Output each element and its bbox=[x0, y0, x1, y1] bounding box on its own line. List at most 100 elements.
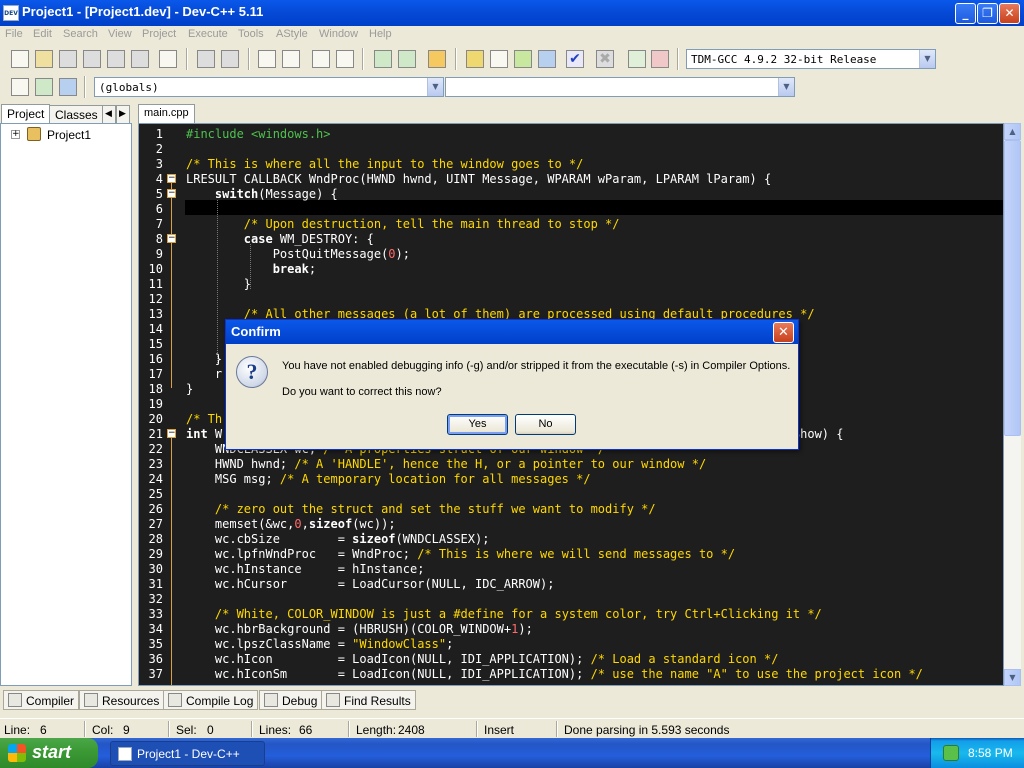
tab-compiler-label: Compiler bbox=[26, 694, 75, 708]
close-file-icon[interactable] bbox=[107, 50, 125, 68]
tab-compiler[interactable]: Compiler bbox=[3, 690, 80, 710]
taskbar-item-label: Project1 - Dev-C++ bbox=[137, 747, 240, 761]
clock[interactable]: 8:58 PM bbox=[968, 746, 1013, 760]
menu-window[interactable]: Window bbox=[319, 28, 358, 40]
open-icon[interactable] bbox=[35, 50, 53, 68]
replace-icon[interactable] bbox=[282, 50, 300, 68]
menu-search[interactable]: Search bbox=[63, 28, 98, 40]
tab-scroll-left-icon[interactable]: ◀ bbox=[102, 105, 116, 124]
scroll-thumb[interactable] bbox=[1004, 140, 1021, 436]
tab-main-cpp[interactable]: main.cpp bbox=[138, 104, 195, 124]
line-number: 26 bbox=[148, 502, 163, 516]
chevron-down-icon[interactable]: ▼ bbox=[919, 50, 935, 68]
window-title: Project1 - [Project1.dev] - Dev-C++ 5.11 bbox=[22, 4, 264, 19]
member-select[interactable]: ▼ bbox=[445, 77, 795, 97]
tree-item-project1[interactable]: Project1 bbox=[47, 128, 91, 142]
menu-file[interactable]: File bbox=[5, 28, 23, 40]
menu-view[interactable]: View bbox=[108, 28, 132, 40]
status-divider bbox=[556, 721, 558, 737]
code-line: wc.lpszClassName = "WindowClass"; bbox=[186, 637, 454, 651]
yes-button[interactable]: Yes bbox=[447, 414, 508, 435]
tab-debug[interactable]: Debug bbox=[259, 690, 323, 710]
scope-select[interactable]: (globals) ▼ bbox=[94, 77, 444, 97]
toolbar-separator bbox=[186, 48, 188, 70]
fold-collapse-icon[interactable]: − bbox=[167, 174, 176, 183]
fold-collapse-icon[interactable]: − bbox=[167, 234, 176, 243]
status-sel-label: Sel: bbox=[176, 723, 197, 737]
taskbar-item-devcpp[interactable]: Project1 - Dev-C++ bbox=[110, 741, 265, 766]
tab-resources[interactable]: Resources bbox=[79, 690, 165, 710]
compile-log-icon bbox=[168, 693, 182, 707]
tab-resources-label: Resources bbox=[102, 694, 160, 708]
goto-bookmark-icon[interactable] bbox=[59, 78, 77, 96]
close-all-icon[interactable] bbox=[131, 50, 149, 68]
code-line: r bbox=[186, 367, 223, 381]
new-file-icon[interactable] bbox=[11, 50, 29, 68]
stop-execution-icon[interactable]: ✖ bbox=[596, 50, 614, 68]
line-number: 15 bbox=[148, 337, 163, 351]
insert-icon[interactable] bbox=[11, 78, 29, 96]
editor-vscroll[interactable]: ▲ ▼ bbox=[1004, 123, 1021, 686]
chevron-down-icon[interactable]: ▼ bbox=[427, 78, 443, 96]
delete-profile-icon[interactable] bbox=[651, 50, 669, 68]
line-number: 35 bbox=[148, 637, 163, 651]
menu-edit[interactable]: Edit bbox=[33, 28, 52, 40]
tab-scroll-right-icon[interactable]: ▶ bbox=[116, 105, 130, 124]
status-bar: Line: 6 Col: 9 Sel: 0 Lines: 66 Length: … bbox=[0, 718, 1024, 738]
code-line: } bbox=[186, 277, 252, 291]
project-options-icon[interactable] bbox=[428, 50, 446, 68]
compiler-select[interactable]: TDM-GCC 4.9.2 32-bit Release ▼ bbox=[686, 49, 936, 69]
status-lines: 66 bbox=[299, 723, 313, 737]
toggle-bookmark-icon[interactable] bbox=[35, 78, 53, 96]
find-icon[interactable] bbox=[258, 50, 276, 68]
code-line: wc.lpfnWndProc = WndProc; /* This is whe… bbox=[186, 547, 736, 561]
menu-tools[interactable]: Tools bbox=[238, 28, 264, 40]
status-divider bbox=[168, 721, 170, 737]
code-line: wc.hIcon = LoadIcon(NULL, IDI_APPLICATIO… bbox=[186, 652, 779, 666]
tab-classes[interactable]: Classes bbox=[49, 105, 104, 124]
syntax-check-icon[interactable]: ✔ bbox=[566, 50, 584, 68]
maximize-button[interactable]: ❐ bbox=[977, 3, 998, 24]
rebuild-all-icon[interactable] bbox=[538, 50, 556, 68]
devcpp-app-icon[interactable]: DEV bbox=[3, 5, 19, 21]
scroll-down-icon[interactable]: ▼ bbox=[1004, 669, 1021, 686]
debug-icon bbox=[264, 693, 278, 707]
menu-project[interactable]: Project bbox=[142, 28, 176, 40]
fold-collapse-icon[interactable]: − bbox=[167, 429, 176, 438]
minimize-button[interactable]: _ bbox=[955, 3, 976, 24]
tab-project[interactable]: Project bbox=[1, 104, 51, 124]
save-icon[interactable] bbox=[59, 50, 77, 68]
line-number: 18 bbox=[148, 382, 163, 396]
run-icon[interactable] bbox=[490, 50, 508, 68]
compile-icon[interactable] bbox=[466, 50, 484, 68]
redo-icon[interactable] bbox=[221, 50, 239, 68]
profile-icon[interactable] bbox=[628, 50, 646, 68]
start-button[interactable]: start bbox=[0, 738, 98, 768]
menu-astyle[interactable]: AStyle bbox=[276, 28, 308, 40]
line-number: 21 bbox=[148, 427, 163, 441]
tab-compile-log[interactable]: Compile Log bbox=[163, 690, 259, 710]
menu-bar: File Edit Search View Project Execute To… bbox=[0, 26, 1024, 44]
menu-help[interactable]: Help bbox=[369, 28, 392, 40]
scroll-up-icon[interactable]: ▲ bbox=[1004, 123, 1021, 140]
close-button[interactable]: ✕ bbox=[999, 3, 1020, 24]
goto-line-icon[interactable] bbox=[336, 50, 354, 68]
undo-icon[interactable] bbox=[197, 50, 215, 68]
print-icon[interactable] bbox=[159, 50, 177, 68]
no-button[interactable]: No bbox=[515, 414, 576, 435]
windows-logo-icon bbox=[8, 744, 26, 762]
save-all-icon[interactable] bbox=[83, 50, 101, 68]
menu-execute[interactable]: Execute bbox=[188, 28, 228, 40]
tab-find-results[interactable]: Find Results bbox=[321, 690, 416, 710]
safely-remove-hardware-icon[interactable] bbox=[943, 745, 959, 761]
add-to-project-icon[interactable] bbox=[374, 50, 392, 68]
remove-from-project-icon[interactable] bbox=[398, 50, 416, 68]
fold-collapse-icon[interactable]: − bbox=[167, 189, 176, 198]
find-next-icon[interactable] bbox=[312, 50, 330, 68]
expand-icon[interactable]: + bbox=[11, 130, 20, 139]
compile-run-icon[interactable] bbox=[514, 50, 532, 68]
status-message: Done parsing in 5.593 seconds bbox=[564, 723, 730, 737]
line-number: 17 bbox=[148, 367, 163, 381]
dialog-close-button[interactable]: ✕ bbox=[773, 322, 794, 343]
chevron-down-icon[interactable]: ▼ bbox=[778, 78, 794, 96]
